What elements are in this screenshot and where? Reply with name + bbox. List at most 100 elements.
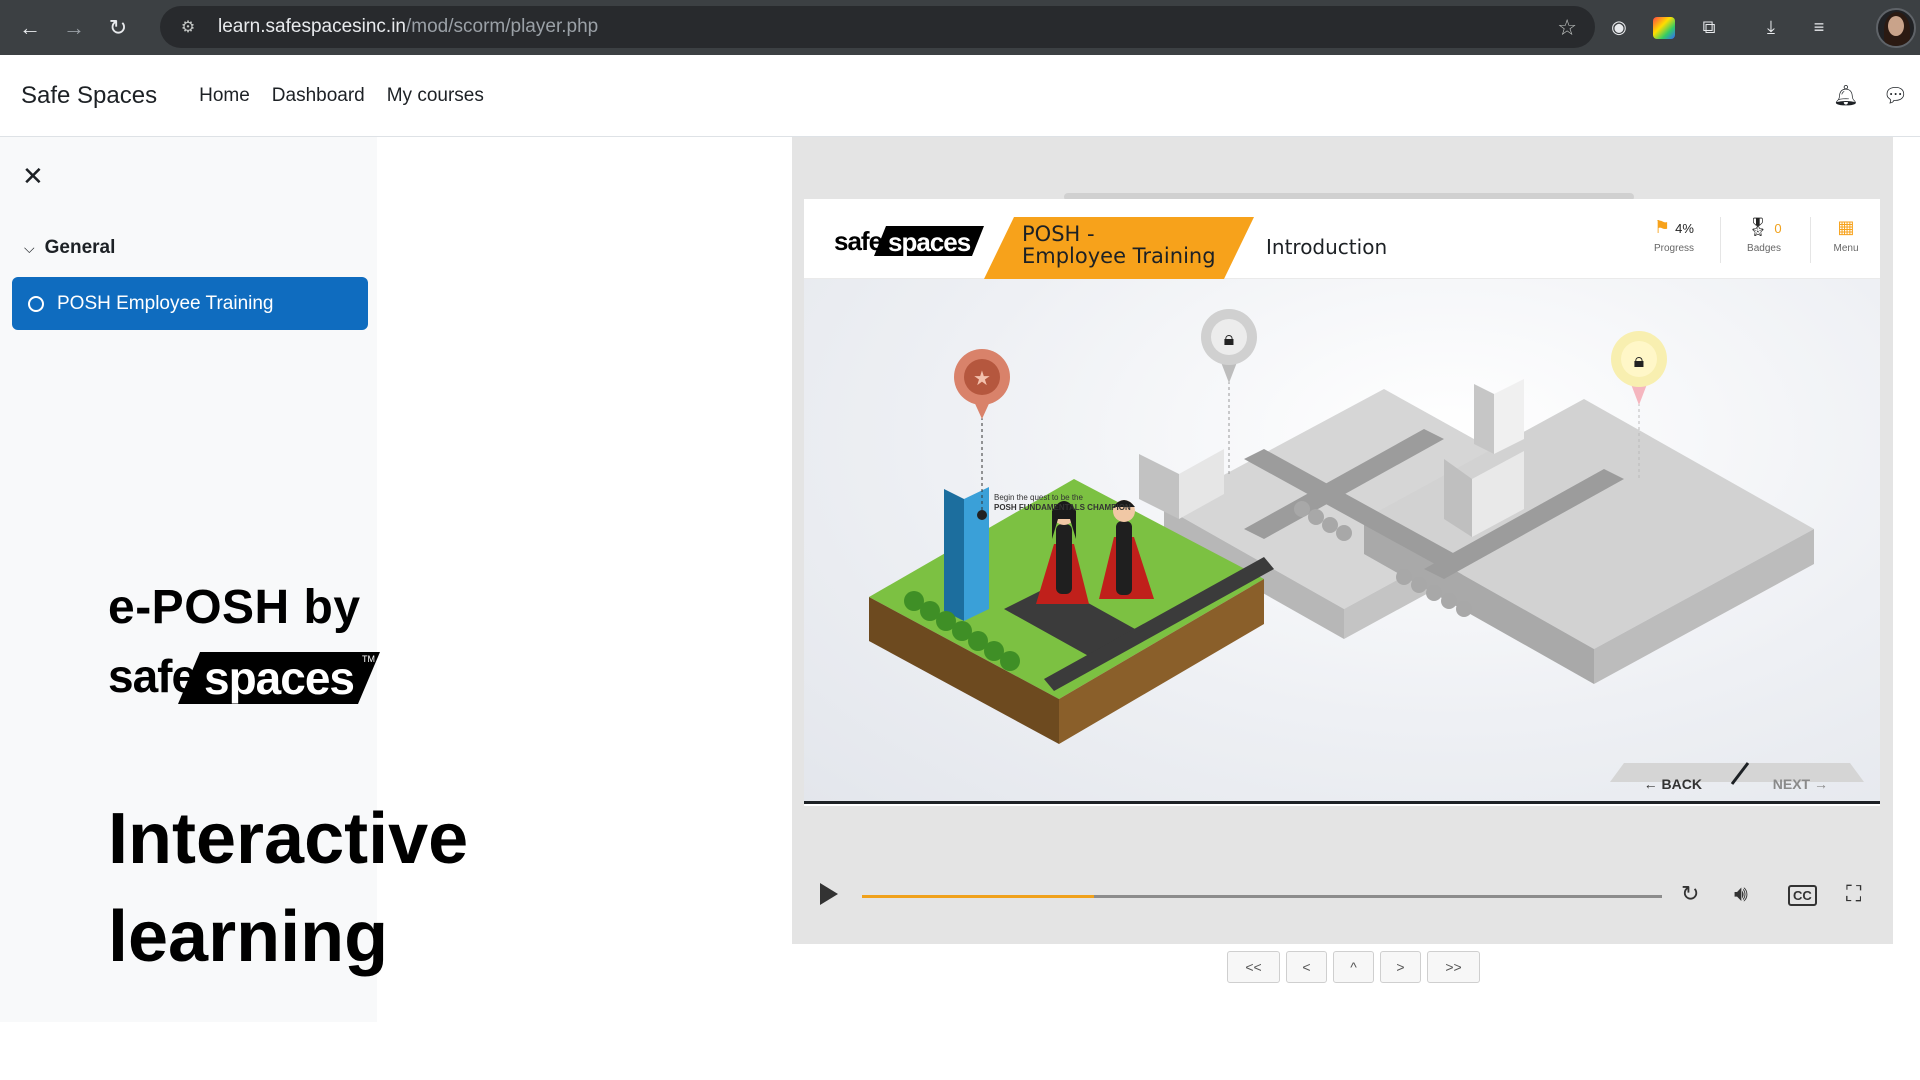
closed-captions-icon[interactable]: CC [1788,885,1817,906]
address-bar[interactable]: ⚙ learn.safespacesinc.in/mod/scorm/playe… [160,6,1595,48]
browser-actions: ◉ ⧉ ⤓ ≡ [1605,0,1833,55]
scorm-next-button[interactable]: > [1380,951,1421,983]
volume-icon[interactable]: 🔊︎ [1734,881,1748,907]
forward-arrow-icon[interactable]: → [60,14,88,42]
media-control-icon[interactable]: ≡ [1805,14,1833,42]
chevron-down-icon[interactable]: ⌵ [24,240,35,257]
promo-tagline-line1: Interactive [108,799,469,879]
promo-tagline: Interactive learning [108,790,468,986]
completion-circle-icon [28,295,44,312]
course-title-line1: POSH - [1022,222,1095,246]
navbar-icons: 🔔︎ 💬︎ [1833,83,1908,108]
course-header: safe spaces POSH - Employee Training Int… [804,199,1880,279]
section-general[interactable]: ⌵ General [24,237,115,259]
mini-logo-spaces: spaces [888,227,971,257]
seek-bar[interactable] [862,895,1662,898]
scorm-player: safe spaces POSH - Employee Training Int… [792,137,1893,944]
quest-caption: Begin the quest to be the POSH FUNDAMENT… [994,493,1131,513]
gray-highrise-side [1474,384,1494,454]
svg-text:🔒︎: 🔒︎ [1224,326,1235,350]
hud-divider [1810,217,1811,263]
scene-illustration: ★ 🔒︎ 🔒︎ [869,309,1864,785]
blue-tower-side [944,489,964,621]
section-title: General [44,237,116,258]
progress-value: 4% [1675,221,1694,236]
extensions-icon[interactable]: ⧉ [1695,14,1723,42]
promo-headline: e-POSH by [108,581,361,634]
nav-link-dashboard[interactable]: Dashboard [272,85,365,107]
bronze-badge-icon: ★ [954,349,1010,419]
progress-label: Progress [1653,243,1694,254]
play-icon[interactable] [820,883,838,905]
scorm-up-button[interactable]: ^ [1333,951,1374,983]
primary-nav: Home Dashboard My courses [199,85,484,107]
menu-button[interactable]: ▦ Menu [1814,217,1878,254]
badge-icon: 🎖︎ 0 [1746,217,1782,237]
avatar-face [1888,16,1904,36]
gray-building-side [1139,454,1179,519]
url-path: /mod/scorm/player.php [406,16,599,37]
logo-safe: safe [108,650,196,702]
next-button[interactable]: NEXT → [1773,776,1828,792]
caption-line1: Begin the quest to be the [994,493,1083,502]
back-arrow-icon[interactable]: ← [16,14,44,42]
color-picker-extension-icon[interactable] [1653,16,1675,39]
url-text[interactable]: learn.safespacesinc.in/mod/scorm/player.… [218,16,598,38]
badges-label: Badges [1747,243,1781,254]
replay-icon[interactable]: ↻ [1681,881,1699,907]
locked-silver-badge-icon: 🔒︎ [1201,309,1257,383]
activity-label: POSH Employee Training [57,292,274,314]
site-navbar: Safe Spaces Home Dashboard My courses 🔔︎… [0,55,1920,137]
logo-tm: TM [362,654,375,664]
scorm-first-button[interactable]: << [1227,951,1280,983]
video-controls: ↻ 🔊︎ CC ⛶ [804,877,1880,917]
camera-icon[interactable]: ◉ [1605,14,1633,42]
notification-bell-icon[interactable]: 🔔︎ [1833,83,1858,108]
close-drawer-icon[interactable]: ✕ [22,161,44,192]
stage-bottom-rule [804,801,1880,804]
isometric-city-scene: ★ 🔒︎ 🔒︎ Begin the quest to be the POSH F… [804,279,1880,804]
course-title: POSH - Employee Training [1022,223,1216,267]
url-host: learn.safespacesinc.in [218,16,406,37]
grid-menu-icon: ▦ [1837,217,1855,237]
blue-tower-front [964,487,989,621]
activity-posh-employee-training[interactable]: POSH Employee Training [12,277,368,330]
current-section-title: Introduction [1266,235,1388,259]
seek-bar-progress [862,895,1094,898]
scorm-last-button[interactable]: >> [1427,951,1480,983]
hud-divider [1720,217,1721,263]
svg-text:🔒︎: 🔒︎ [1634,348,1645,372]
svg-text:★: ★ [973,366,991,390]
progress-indicator[interactable]: ⚑ 4% Progress [1642,217,1706,254]
course-stage: safe spaces POSH - Employee Training Int… [804,193,1880,806]
bookmark-star-icon[interactable]: ☆ [1557,15,1577,41]
site-brand[interactable]: Safe Spaces [21,82,157,110]
scorm-previous-button[interactable]: < [1286,951,1327,983]
menu-label: Menu [1833,243,1859,254]
character-woman [1056,524,1072,594]
fullscreen-icon[interactable]: ⛶ [1846,881,1861,907]
promo-tagline-line2: learning [108,897,389,977]
site-settings-icon[interactable]: ⚙ [176,15,200,39]
locked-gold-badge-icon: 🔒︎ [1611,331,1667,405]
scorm-navigation: << < ^ > >> [1227,951,1480,983]
logo-spaces: spaces [204,652,354,704]
course-title-line2: Employee Training [1022,244,1216,268]
reload-icon[interactable]: ↻ [104,14,132,42]
nav-link-home[interactable]: Home [199,85,250,107]
messages-icon[interactable]: 💬︎ [1883,83,1908,108]
safespaces-logo-small: safe spaces [834,226,984,257]
nav-link-my-courses[interactable]: My courses [387,85,484,107]
badges-indicator[interactable]: 🎖︎ 0 Badges [1732,217,1796,254]
caption-line2: POSH FUNDAMENTALS CHAMPION [994,503,1131,512]
safespaces-logo-large: safe spaces TM [108,650,380,704]
badge-pin-dot [977,510,987,520]
back-button[interactable]: ← BACK [1644,776,1702,792]
mini-logo-safe: safe [834,226,883,256]
browser-toolbar: ← → ↻ ⚙ learn.safespacesinc.in/mod/scorm… [0,0,1920,55]
character-man [1116,521,1132,595]
flag-icon: ⚑ 4% [1654,217,1694,237]
badges-value: 0 [1774,221,1782,236]
download-icon[interactable]: ⤓ [1757,14,1785,42]
profile-avatar[interactable] [1876,8,1916,48]
